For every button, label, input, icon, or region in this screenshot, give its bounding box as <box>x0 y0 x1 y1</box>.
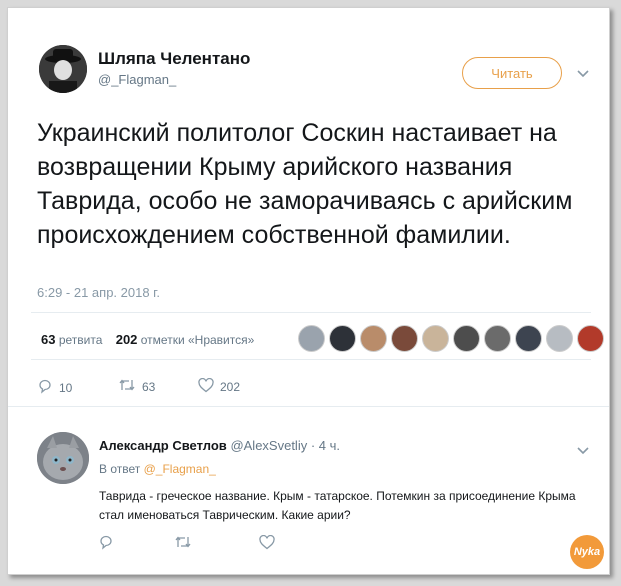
reply-count: 10 <box>59 380 73 395</box>
retweet-icon[interactable] <box>174 535 192 554</box>
divider <box>8 406 609 407</box>
retweets-label[interactable]: ретвита <box>59 333 103 347</box>
heart-icon <box>198 377 214 396</box>
liker-avatar[interactable] <box>515 325 542 352</box>
retweet-action[interactable]: 63 <box>118 378 155 395</box>
divider <box>31 359 591 360</box>
watermark-logo: Nyka <box>570 535 604 569</box>
liker-avatar[interactable] <box>484 325 511 352</box>
author-name[interactable]: Шляпа Челентано <box>98 49 250 69</box>
liker-avatar[interactable] <box>298 325 325 352</box>
in-reply-prefix: В ответ <box>99 462 141 476</box>
reply-time[interactable]: · 4 ч. <box>311 438 340 453</box>
author-handle[interactable]: @_Flagman_ <box>98 72 176 87</box>
liker-avatar[interactable] <box>329 325 356 352</box>
chevron-down-icon[interactable] <box>577 65 589 82</box>
tweet-card: Шляпа Челентано @_Flagman_ Читать Украин… <box>7 7 610 575</box>
tweet-stats: 63 ретвита 202 отметки «Нравится» <box>41 332 254 347</box>
liker-avatar[interactable] <box>546 325 573 352</box>
like-action[interactable]: 202 <box>198 377 241 396</box>
liker-avatar[interactable] <box>422 325 449 352</box>
retweet-count: 63 <box>142 379 156 394</box>
likers-row <box>298 325 604 352</box>
tweet-timestamp[interactable]: 6:29 - 21 апр. 2018 г. <box>37 285 160 300</box>
divider <box>31 312 591 313</box>
like-count: 202 <box>220 380 241 394</box>
chevron-down-icon[interactable] <box>577 442 589 459</box>
liker-avatar[interactable] <box>453 325 480 352</box>
liker-avatar[interactable] <box>391 325 418 352</box>
reply-icon <box>37 378 53 397</box>
follow-button[interactable]: Читать <box>462 57 562 89</box>
reply-author-name[interactable]: Александр Светлов <box>99 438 227 453</box>
tweet-text: Украинский политолог Соскин настаивает н… <box>37 119 573 249</box>
in-reply-to: В ответ @_Flagman_ <box>99 462 216 476</box>
reply-header: Александр Светлов @AlexSvetliy · 4 ч. <box>99 438 340 453</box>
likes-label[interactable]: отметки «Нравится» <box>141 333 255 347</box>
liker-avatar[interactable] <box>360 325 387 352</box>
reply-text: Таврида - греческое название. Крым - тат… <box>99 489 576 522</box>
liker-avatar[interactable] <box>577 325 604 352</box>
reply-author-handle[interactable]: @AlexSvetliy <box>230 438 307 453</box>
retweet-icon <box>118 378 136 395</box>
reply-avatar[interactable] <box>37 432 89 484</box>
likes-count[interactable]: 202 <box>116 332 138 347</box>
heart-icon[interactable] <box>259 534 275 555</box>
retweets-count[interactable]: 63 <box>41 332 55 347</box>
author-avatar[interactable] <box>39 45 87 93</box>
reply-icon[interactable] <box>98 534 114 555</box>
in-reply-handle-link[interactable]: @_Flagman_ <box>144 462 216 476</box>
reply-action[interactable]: 10 <box>37 378 72 397</box>
